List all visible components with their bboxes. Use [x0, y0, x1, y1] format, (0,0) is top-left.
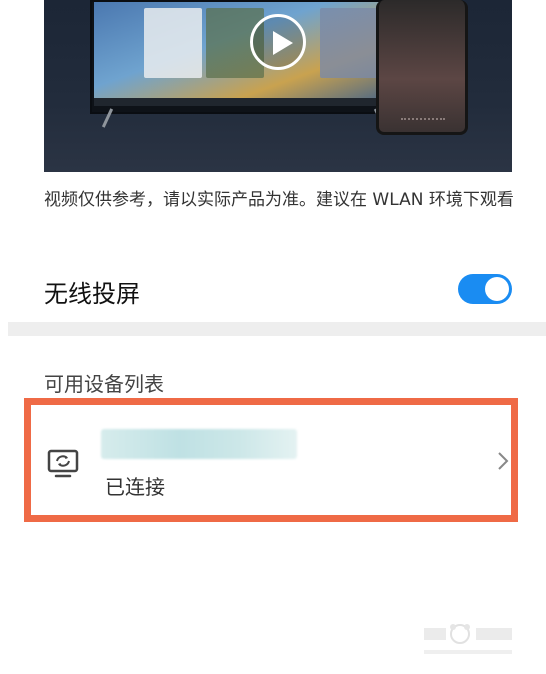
- tv-illustration: [90, 0, 398, 114]
- watermark-logo: [424, 624, 512, 654]
- chevron-right-icon: [498, 452, 509, 470]
- video-preview[interactable]: [44, 0, 512, 172]
- toggle-knob: [485, 277, 509, 301]
- play-icon[interactable]: [250, 14, 306, 70]
- wireless-projection-toggle[interactable]: [458, 274, 512, 304]
- available-devices-title: 可用设备列表: [44, 372, 164, 396]
- device-status: 已连接: [105, 475, 165, 499]
- video-caption: 视频仅供参考，请以实际产品为准。建议在 WLAN 环境下观看: [44, 190, 514, 210]
- phone-illustration: [376, 0, 468, 135]
- device-name: [101, 429, 297, 459]
- cast-screen-icon: [47, 449, 79, 478]
- device-list-item[interactable]: 已连接: [31, 405, 511, 515]
- wireless-projection-label: 无线投屏: [44, 280, 140, 308]
- section-divider: [8, 322, 546, 336]
